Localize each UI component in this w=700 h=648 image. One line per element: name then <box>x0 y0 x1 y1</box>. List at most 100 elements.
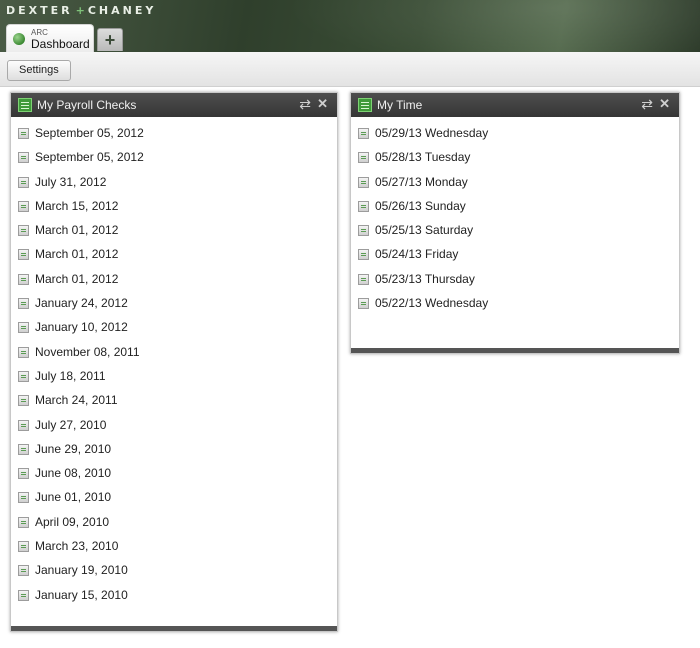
list-item-label[interactable]: June 01, 2010 <box>35 490 111 504</box>
list-item-label[interactable]: March 15, 2012 <box>35 199 118 213</box>
document-icon <box>18 589 29 601</box>
document-icon <box>18 443 29 455</box>
brand-logo: DEXTER + CHANEY <box>6 4 156 17</box>
document-icon <box>358 298 369 310</box>
list-item[interactable]: March 01, 2012 <box>11 220 337 244</box>
document-icon <box>18 395 29 407</box>
document-icon <box>18 176 29 188</box>
list-item-label[interactable]: January 24, 2012 <box>35 296 128 310</box>
list-item[interactable]: March 24, 2011 <box>11 390 337 414</box>
list-item[interactable]: March 23, 2010 <box>11 536 337 560</box>
refresh-icon[interactable]: ⇄ <box>299 96 311 113</box>
list-item[interactable]: November 08, 2011 <box>11 342 337 366</box>
document-icon <box>18 565 29 577</box>
list-item-label[interactable]: March 01, 2012 <box>35 223 118 237</box>
document-icon <box>18 225 29 237</box>
list-item-label[interactable]: January 10, 2012 <box>35 320 128 334</box>
list-item[interactable]: 05/29/13 Wednesday <box>351 123 679 147</box>
list-item-label[interactable]: March 01, 2012 <box>35 247 118 261</box>
list-item-label[interactable]: September 05, 2012 <box>35 126 144 140</box>
tab-dashboard-sublabel: ARC <box>31 28 48 37</box>
list-item-label[interactable]: November 08, 2011 <box>35 345 140 359</box>
list-item[interactable]: 05/25/13 Saturday <box>351 220 679 244</box>
document-icon <box>18 516 29 528</box>
document-icon <box>18 298 29 310</box>
list-item[interactable]: June 29, 2010 <box>11 439 337 463</box>
list-item-label[interactable]: 05/28/13 Tuesday <box>375 150 470 164</box>
plus-icon: + <box>104 29 116 50</box>
time-widget-header[interactable]: My Time ⇄ ✕ <box>351 93 679 117</box>
list-item-label[interactable]: March 23, 2010 <box>35 539 118 553</box>
payroll-widget-header[interactable]: My Payroll Checks ⇄ ✕ <box>11 93 337 117</box>
list-item-label[interactable]: July 27, 2010 <box>35 418 106 432</box>
list-item-label[interactable]: 05/26/13 Sunday <box>375 199 466 213</box>
list-item[interactable]: January 19, 2010 <box>11 560 337 584</box>
list-item[interactable]: June 08, 2010 <box>11 463 337 487</box>
list-item-label[interactable]: January 15, 2010 <box>35 588 128 602</box>
list-item[interactable]: June 01, 2010 <box>11 487 337 511</box>
list-item[interactable]: April 09, 2010 <box>11 512 337 536</box>
list-item[interactable]: January 15, 2010 <box>11 585 337 609</box>
document-icon <box>18 419 29 431</box>
document-icon <box>358 176 369 188</box>
list-item-label[interactable]: September 05, 2012 <box>35 150 144 164</box>
list-item-label[interactable]: July 31, 2012 <box>35 175 106 189</box>
list-item[interactable]: March 15, 2012 <box>11 196 337 220</box>
close-icon[interactable]: ✕ <box>659 96 670 112</box>
brand-right: CHANEY <box>87 4 157 17</box>
tab-dashboard-label: Dashboard <box>31 37 90 51</box>
time-widget-footer <box>351 348 679 353</box>
list-item[interactable]: 05/28/13 Tuesday <box>351 147 679 171</box>
refresh-icon[interactable]: ⇄ <box>641 96 653 113</box>
list-item[interactable]: September 05, 2012 <box>11 123 337 147</box>
document-icon <box>358 249 369 261</box>
my-time-widget: My Time ⇄ ✕ 05/29/13 Wednesday 05/28/13 T… <box>350 92 680 354</box>
list-item[interactable]: 05/27/13 Monday <box>351 172 679 196</box>
list-item[interactable]: July 31, 2012 <box>11 172 337 196</box>
list-item[interactable]: July 18, 2011 <box>11 366 337 390</box>
document-icon <box>18 249 29 261</box>
list-item-label[interactable]: April 09, 2010 <box>35 515 109 529</box>
app-header: DEXTER + CHANEY ARC Dashboard + <box>0 0 700 52</box>
list-item[interactable]: 05/23/13 Thursday <box>351 269 679 293</box>
list-item-label[interactable]: June 29, 2010 <box>35 442 111 456</box>
close-icon[interactable]: ✕ <box>317 96 328 112</box>
list-item-label[interactable]: March 01, 2012 <box>35 272 118 286</box>
list-item-label[interactable]: June 08, 2010 <box>35 466 111 480</box>
document-icon <box>18 152 29 164</box>
add-tab-button[interactable]: + <box>97 28 123 51</box>
list-item[interactable]: March 01, 2012 <box>11 269 337 293</box>
list-item-label[interactable]: 05/24/13 Friday <box>375 247 458 261</box>
document-icon <box>358 152 369 164</box>
document-icon <box>18 468 29 480</box>
settings-button[interactable]: Settings <box>7 60 71 81</box>
list-item-label[interactable]: 05/27/13 Monday <box>375 175 468 189</box>
list-item-label[interactable]: 05/25/13 Saturday <box>375 223 473 237</box>
tab-dashboard[interactable]: ARC Dashboard <box>6 24 94 52</box>
list-item-label[interactable]: January 19, 2010 <box>35 563 128 577</box>
document-icon <box>18 200 29 212</box>
list-item-label[interactable]: 05/22/13 Wednesday <box>375 296 488 310</box>
list-item-label[interactable]: 05/29/13 Wednesday <box>375 126 488 140</box>
payroll-widget-footer <box>11 626 337 631</box>
list-item[interactable]: 05/26/13 Sunday <box>351 196 679 220</box>
list-item[interactable]: January 10, 2012 <box>11 317 337 341</box>
time-widget-title: My Time <box>377 98 423 112</box>
brand-left: DEXTER <box>6 4 73 17</box>
list-item[interactable]: 05/24/13 Friday <box>351 244 679 268</box>
table-icon <box>358 98 372 112</box>
list-item[interactable]: January 24, 2012 <box>11 293 337 317</box>
list-item-label[interactable]: March 24, 2011 <box>35 393 118 407</box>
list-item[interactable]: 05/22/13 Wednesday <box>351 293 679 317</box>
list-item[interactable]: September 05, 2012 <box>11 147 337 171</box>
document-icon <box>358 225 369 237</box>
document-icon <box>18 322 29 334</box>
document-icon <box>18 128 29 139</box>
document-icon <box>18 492 29 504</box>
list-item[interactable]: March 01, 2012 <box>11 244 337 268</box>
document-icon <box>358 200 369 212</box>
document-icon <box>358 273 369 285</box>
list-item-label[interactable]: July 18, 2011 <box>35 369 106 383</box>
list-item-label[interactable]: 05/23/13 Thursday <box>375 272 475 286</box>
list-item[interactable]: July 27, 2010 <box>11 415 337 439</box>
